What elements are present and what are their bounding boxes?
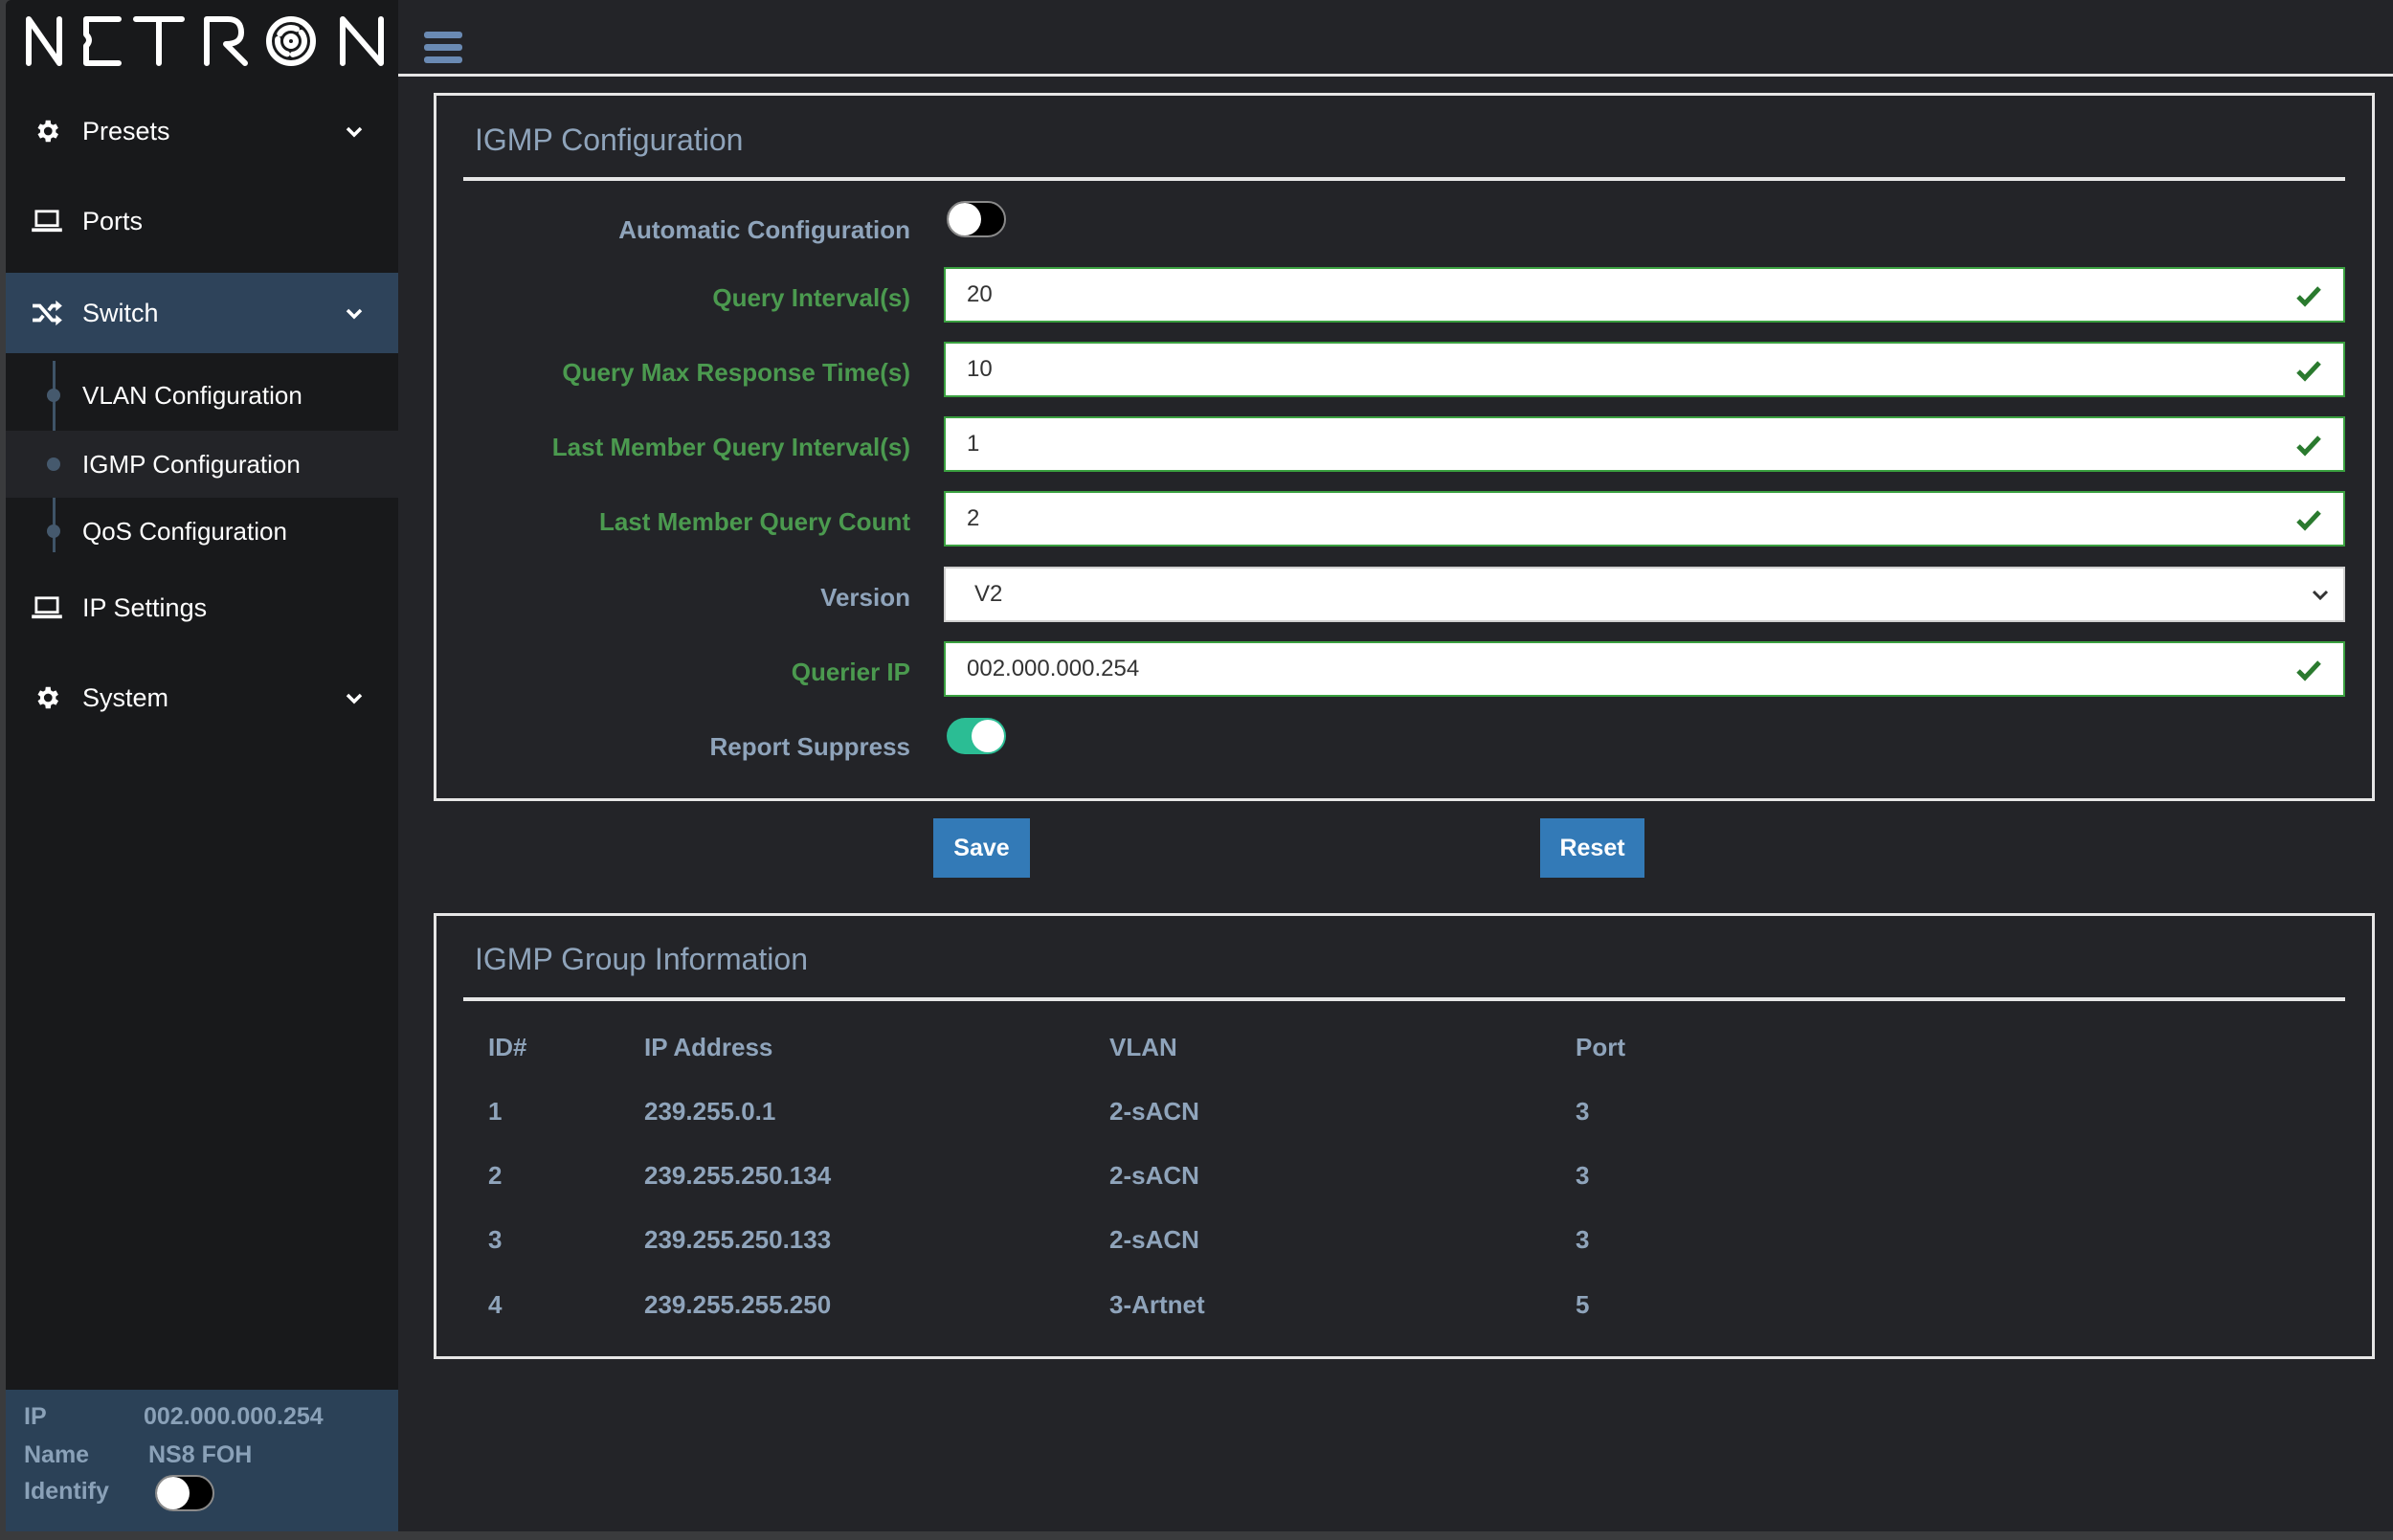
device-info-panel: IP 002.000.000.254 Name NS8 FOH Identify [6, 1390, 398, 1531]
panel-title-divider [463, 177, 2345, 181]
cell-vlan: 3-Artnet [1109, 1290, 1205, 1319]
last-member-query-interval-input[interactable] [946, 418, 2267, 470]
query-max-response-time-input[interactable] [946, 344, 2267, 395]
device-name-label: Name [24, 1441, 90, 1468]
sidebar-item-label: Ports [82, 206, 144, 235]
sidebar-item-label: Switch [82, 298, 159, 327]
identify-toggle[interactable] [155, 1475, 214, 1511]
cell-port: 3 [1576, 1097, 1590, 1126]
querier-ip-field[interactable] [944, 641, 2345, 697]
query-interval-label: Query Interval(s) [712, 283, 910, 312]
sidebar-subitem-igmp-configuration[interactable]: IGMP Configuration [6, 431, 398, 498]
sidebar-item-presets[interactable]: Presets [6, 91, 398, 171]
toggle-knob [972, 720, 1004, 752]
sidebar-item-system[interactable]: System [6, 658, 398, 738]
chevron-down-icon [346, 308, 363, 320]
query-interval-field[interactable] [944, 267, 2345, 323]
report-suppress-label: Report Suppress [709, 732, 911, 761]
cell-id: 2 [488, 1161, 503, 1190]
valid-check-icon [2296, 435, 2321, 457]
sidebar-item-ip-settings[interactable]: IP Settings [6, 568, 398, 648]
last-member-query-interval-field[interactable] [944, 416, 2345, 472]
last-member-query-count-input[interactable] [946, 493, 2267, 545]
app-frame: Presets Ports Switch VLAN Configuration [6, 0, 2393, 1531]
report-suppress-toggle[interactable] [947, 718, 1006, 754]
column-header-id: ID# [488, 1033, 527, 1061]
valid-check-icon [2296, 361, 2321, 382]
sidebar-item-label: IP Settings [82, 592, 208, 622]
cell-id: 4 [488, 1290, 503, 1319]
device-ip-value: 002.000.000.254 [144, 1403, 324, 1430]
sidebar-item-ports[interactable]: Ports [6, 181, 398, 261]
sidebar: Presets Ports Switch VLAN Configuration [6, 0, 398, 1531]
panel-title-divider [463, 997, 2345, 1001]
shuffle-icon [31, 297, 63, 329]
panel-title: IGMP Configuration [475, 123, 744, 157]
tree-node-icon [47, 524, 60, 538]
cell-port: 3 [1576, 1161, 1590, 1190]
netron-logo [23, 13, 391, 67]
automatic-configuration-label: Automatic Configuration [618, 215, 910, 244]
device-name-value: NS8 FOH [148, 1441, 253, 1468]
cell-port: 5 [1576, 1290, 1590, 1319]
valid-check-icon [2296, 660, 2321, 681]
gear-icon [31, 115, 63, 147]
panel-title: IGMP Group Information [475, 942, 808, 976]
valid-check-icon [2296, 510, 2321, 531]
version-select[interactable]: V2 [944, 567, 2345, 622]
chevron-down-icon [346, 126, 363, 138]
header-divider [398, 74, 2393, 77]
reset-button[interactable]: Reset [1540, 818, 1644, 878]
save-button[interactable]: Save [933, 818, 1030, 878]
cell-vlan: 2-sACN [1109, 1097, 1199, 1126]
querier-ip-input[interactable] [946, 643, 2267, 695]
device-ip-label: IP [24, 1403, 47, 1430]
chevron-down-icon [2312, 590, 2329, 601]
laptop-icon [31, 205, 63, 237]
cell-vlan: 2-sACN [1109, 1161, 1199, 1190]
toggle-knob [949, 203, 981, 235]
sidebar-item-label: System [82, 682, 169, 712]
cell-ip-address: 239.255.250.133 [644, 1225, 832, 1254]
laptop-icon [31, 591, 63, 624]
cell-id: 3 [488, 1225, 503, 1254]
version-label: Version [820, 583, 910, 612]
column-header-port: Port [1576, 1033, 1625, 1061]
last-member-query-interval-label: Last Member Query Interval(s) [551, 433, 910, 461]
igmp-group-information-panel: IGMP Group Information ID# IP Address VL… [434, 913, 2375, 1359]
sidebar-subitem-label: QoS Configuration [82, 516, 287, 546]
column-header-ip-address: IP Address [644, 1033, 773, 1061]
sidebar-item-switch[interactable]: Switch [6, 273, 398, 353]
query-interval-input[interactable] [946, 269, 2267, 321]
valid-check-icon [2296, 286, 2321, 307]
sidebar-item-label: Presets [82, 116, 170, 145]
gear-icon [31, 681, 63, 714]
automatic-configuration-toggle[interactable] [947, 201, 1006, 237]
cell-port: 3 [1576, 1225, 1590, 1254]
chevron-down-icon [346, 693, 363, 704]
tree-node-icon [47, 458, 60, 471]
column-header-vlan: VLAN [1109, 1033, 1177, 1061]
igmp-configuration-panel: IGMP Configuration Automatic Configurati… [434, 93, 2375, 801]
hamburger-menu-icon[interactable] [424, 32, 464, 64]
cell-ip-address: 239.255.255.250 [644, 1290, 832, 1319]
querier-ip-label: Querier IP [791, 658, 910, 686]
cell-vlan: 2-sACN [1109, 1225, 1199, 1254]
query-max-response-time-field[interactable] [944, 342, 2345, 397]
sidebar-subitem-label: VLAN Configuration [82, 380, 302, 410]
tree-node-icon [47, 389, 60, 402]
cell-id: 1 [488, 1097, 503, 1126]
cell-ip-address: 239.255.0.1 [644, 1097, 776, 1126]
cell-ip-address: 239.255.250.134 [644, 1161, 832, 1190]
version-selected-value: V2 [974, 581, 1003, 607]
sidebar-subitem-vlan-configuration[interactable]: VLAN Configuration [6, 362, 398, 429]
last-member-query-count-label: Last Member Query Count [598, 507, 910, 536]
last-member-query-count-field[interactable] [944, 491, 2345, 547]
sidebar-subitem-label: IGMP Configuration [82, 449, 301, 479]
toggle-knob [157, 1477, 190, 1509]
identify-label: Identify [24, 1478, 109, 1505]
query-max-response-time-label: Query Max Response Time(s) [562, 358, 910, 387]
sidebar-subitem-qos-configuration[interactable]: QoS Configuration [6, 498, 398, 565]
